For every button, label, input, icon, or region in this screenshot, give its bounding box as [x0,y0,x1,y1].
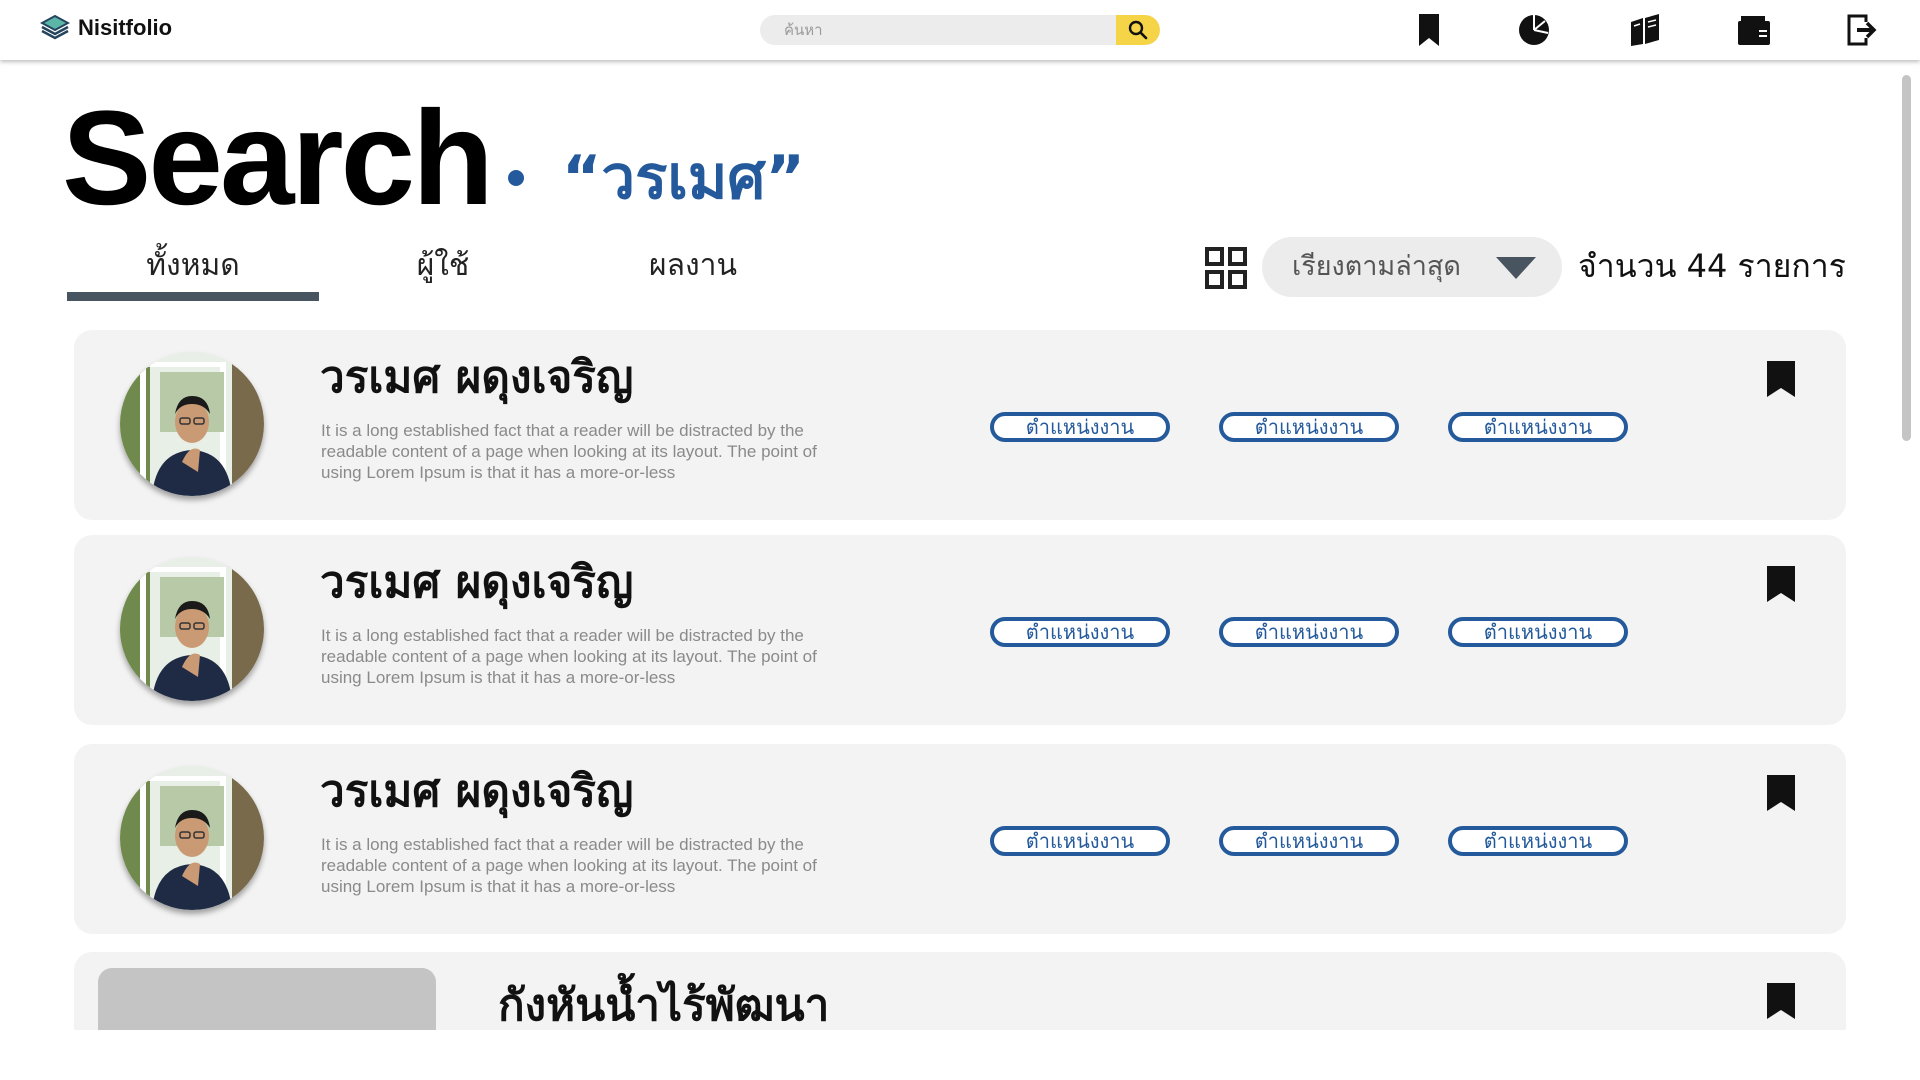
user-description: It is a long established fact that a rea… [321,421,817,482]
position-tag[interactable]: ตำแหน่งงาน [1219,826,1399,856]
result-count: จำนวน 44 รายการ [1578,247,1846,285]
position-tag[interactable]: ตำแหน่งงาน [990,412,1170,442]
bookmark-icon[interactable] [1766,360,1796,398]
position-tag[interactable]: ตำแหน่งงาน [1219,412,1399,442]
position-tag[interactable]: ตำแหน่งงาน [990,617,1170,647]
sort-dropdown[interactable]: เรียงตามล่าสุด [1262,237,1562,297]
tab-works[interactable]: ผลงาน [568,240,818,300]
result-card[interactable]: วรเมศ ผดุงเจริญ It is a long established… [74,330,1846,520]
bookmark-icon [1419,14,1439,46]
search-input[interactable] [760,15,1116,45]
logout-icon [1847,14,1877,46]
profile-photo [120,557,264,701]
nav-bookmarks-button[interactable] [1410,11,1448,49]
profile-photo [120,352,264,496]
avatar[interactable] [120,352,264,496]
position-tag[interactable]: ตำแหน่งงาน [1219,617,1399,647]
active-tab-indicator [67,292,319,301]
tab-users[interactable]: ผู้ใช้ [318,240,568,300]
top-navbar: Nisitfolio [0,0,1920,60]
search-bar [760,15,1160,45]
position-tag[interactable]: ตำแหน่งงาน [990,826,1170,856]
search-icon [1128,20,1148,40]
user-description: It is a long established fact that a rea… [321,835,817,896]
avatar[interactable] [120,766,264,910]
nav-logout-button[interactable] [1843,11,1881,49]
chevron-down-icon [1496,257,1536,279]
books-icon [1631,14,1659,46]
viewport-bottom-edge [0,1030,1920,1080]
pie-chart-icon [1519,15,1549,45]
user-name[interactable]: วรเมศ ผดุงเจริญ [320,762,633,822]
sort-label: เรียงตามล่าสุด [1292,251,1461,282]
nav-portfolio-button[interactable] [1735,11,1773,49]
result-card[interactable]: วรเมศ ผดุงเจริญ It is a long established… [74,535,1846,725]
work-title[interactable]: กังหันน้ำไร้พัฒนา [498,976,829,1036]
scrollbar-thumb[interactable] [1902,75,1911,441]
grid-view-icon[interactable] [1204,246,1248,290]
wallet-icon [1738,16,1770,45]
result-card[interactable]: วรเมศ ผดุงเจริญ It is a long established… [74,744,1846,934]
user-description: It is a long established fact that a rea… [321,626,817,687]
search-query: “วรเมศ” [562,143,805,213]
app-name: Nisitfolio [78,15,173,40]
app-logo[interactable]: Nisitfolio [40,14,172,42]
avatar[interactable] [120,557,264,701]
tab-all[interactable]: ทั้งหมด [68,240,318,300]
user-name[interactable]: วรเมศ ผดุงเจริญ [320,348,633,408]
search-button[interactable] [1116,15,1160,45]
bookmark-icon[interactable] [1766,774,1796,812]
bookmark-icon[interactable] [1766,982,1796,1020]
title-separator-dot [508,170,524,186]
position-tag[interactable]: ตำแหน่งงาน [1448,826,1628,856]
user-name[interactable]: วรเมศ ผดุงเจริญ [320,553,633,613]
page-title: Search [62,84,494,233]
position-tag[interactable]: ตำแหน่งงาน [1448,617,1628,647]
profile-photo [120,766,264,910]
nav-stats-button[interactable] [1515,11,1553,49]
book-stack-icon [40,14,70,40]
nav-library-button[interactable] [1626,11,1664,49]
bookmark-icon[interactable] [1766,565,1796,603]
position-tag[interactable]: ตำแหน่งงาน [1448,412,1628,442]
